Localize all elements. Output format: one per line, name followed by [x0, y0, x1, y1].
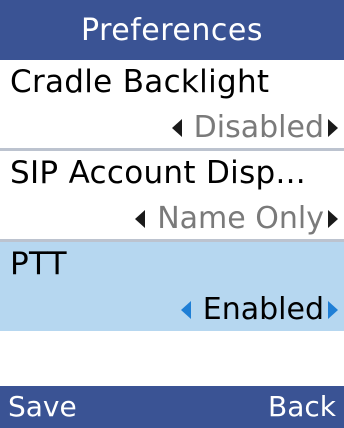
setting-value-selector[interactable]: Enabled — [180, 292, 338, 327]
setting-label: PTT — [10, 246, 67, 282]
setting-cradle-backlight[interactable]: Cradle Backlight Disabled — [0, 60, 344, 152]
setting-label: SIP Account Disp... — [10, 155, 306, 191]
triangle-right-icon[interactable] — [328, 300, 338, 319]
save-softkey[interactable]: Save — [8, 390, 77, 423]
setting-value-selector[interactable]: Disabled — [171, 110, 338, 145]
triangle-left-icon[interactable] — [135, 209, 146, 228]
setting-label: Cradle Backlight — [10, 64, 270, 100]
screen-title: Preferences — [81, 12, 263, 48]
softkey-bar: Save Back — [0, 386, 344, 428]
back-softkey[interactable]: Back — [268, 390, 336, 423]
triangle-right-icon[interactable] — [328, 118, 338, 137]
triangle-right-icon[interactable] — [328, 209, 338, 228]
title-bar: Preferences — [0, 0, 344, 60]
triangle-left-icon[interactable] — [180, 300, 191, 319]
setting-ptt[interactable]: PTT Enabled — [0, 239, 344, 331]
setting-value-selector[interactable]: Name Only — [135, 201, 338, 236]
setting-value: Name Only — [157, 201, 324, 236]
setting-value: Disabled — [193, 110, 324, 145]
triangle-left-icon[interactable] — [171, 118, 182, 137]
setting-value: Enabled — [202, 292, 324, 327]
setting-sip-account-display[interactable]: SIP Account Disp... Name Only — [0, 148, 344, 240]
preferences-screen: Preferences Cradle Backlight Disabled SI… — [0, 0, 344, 428]
